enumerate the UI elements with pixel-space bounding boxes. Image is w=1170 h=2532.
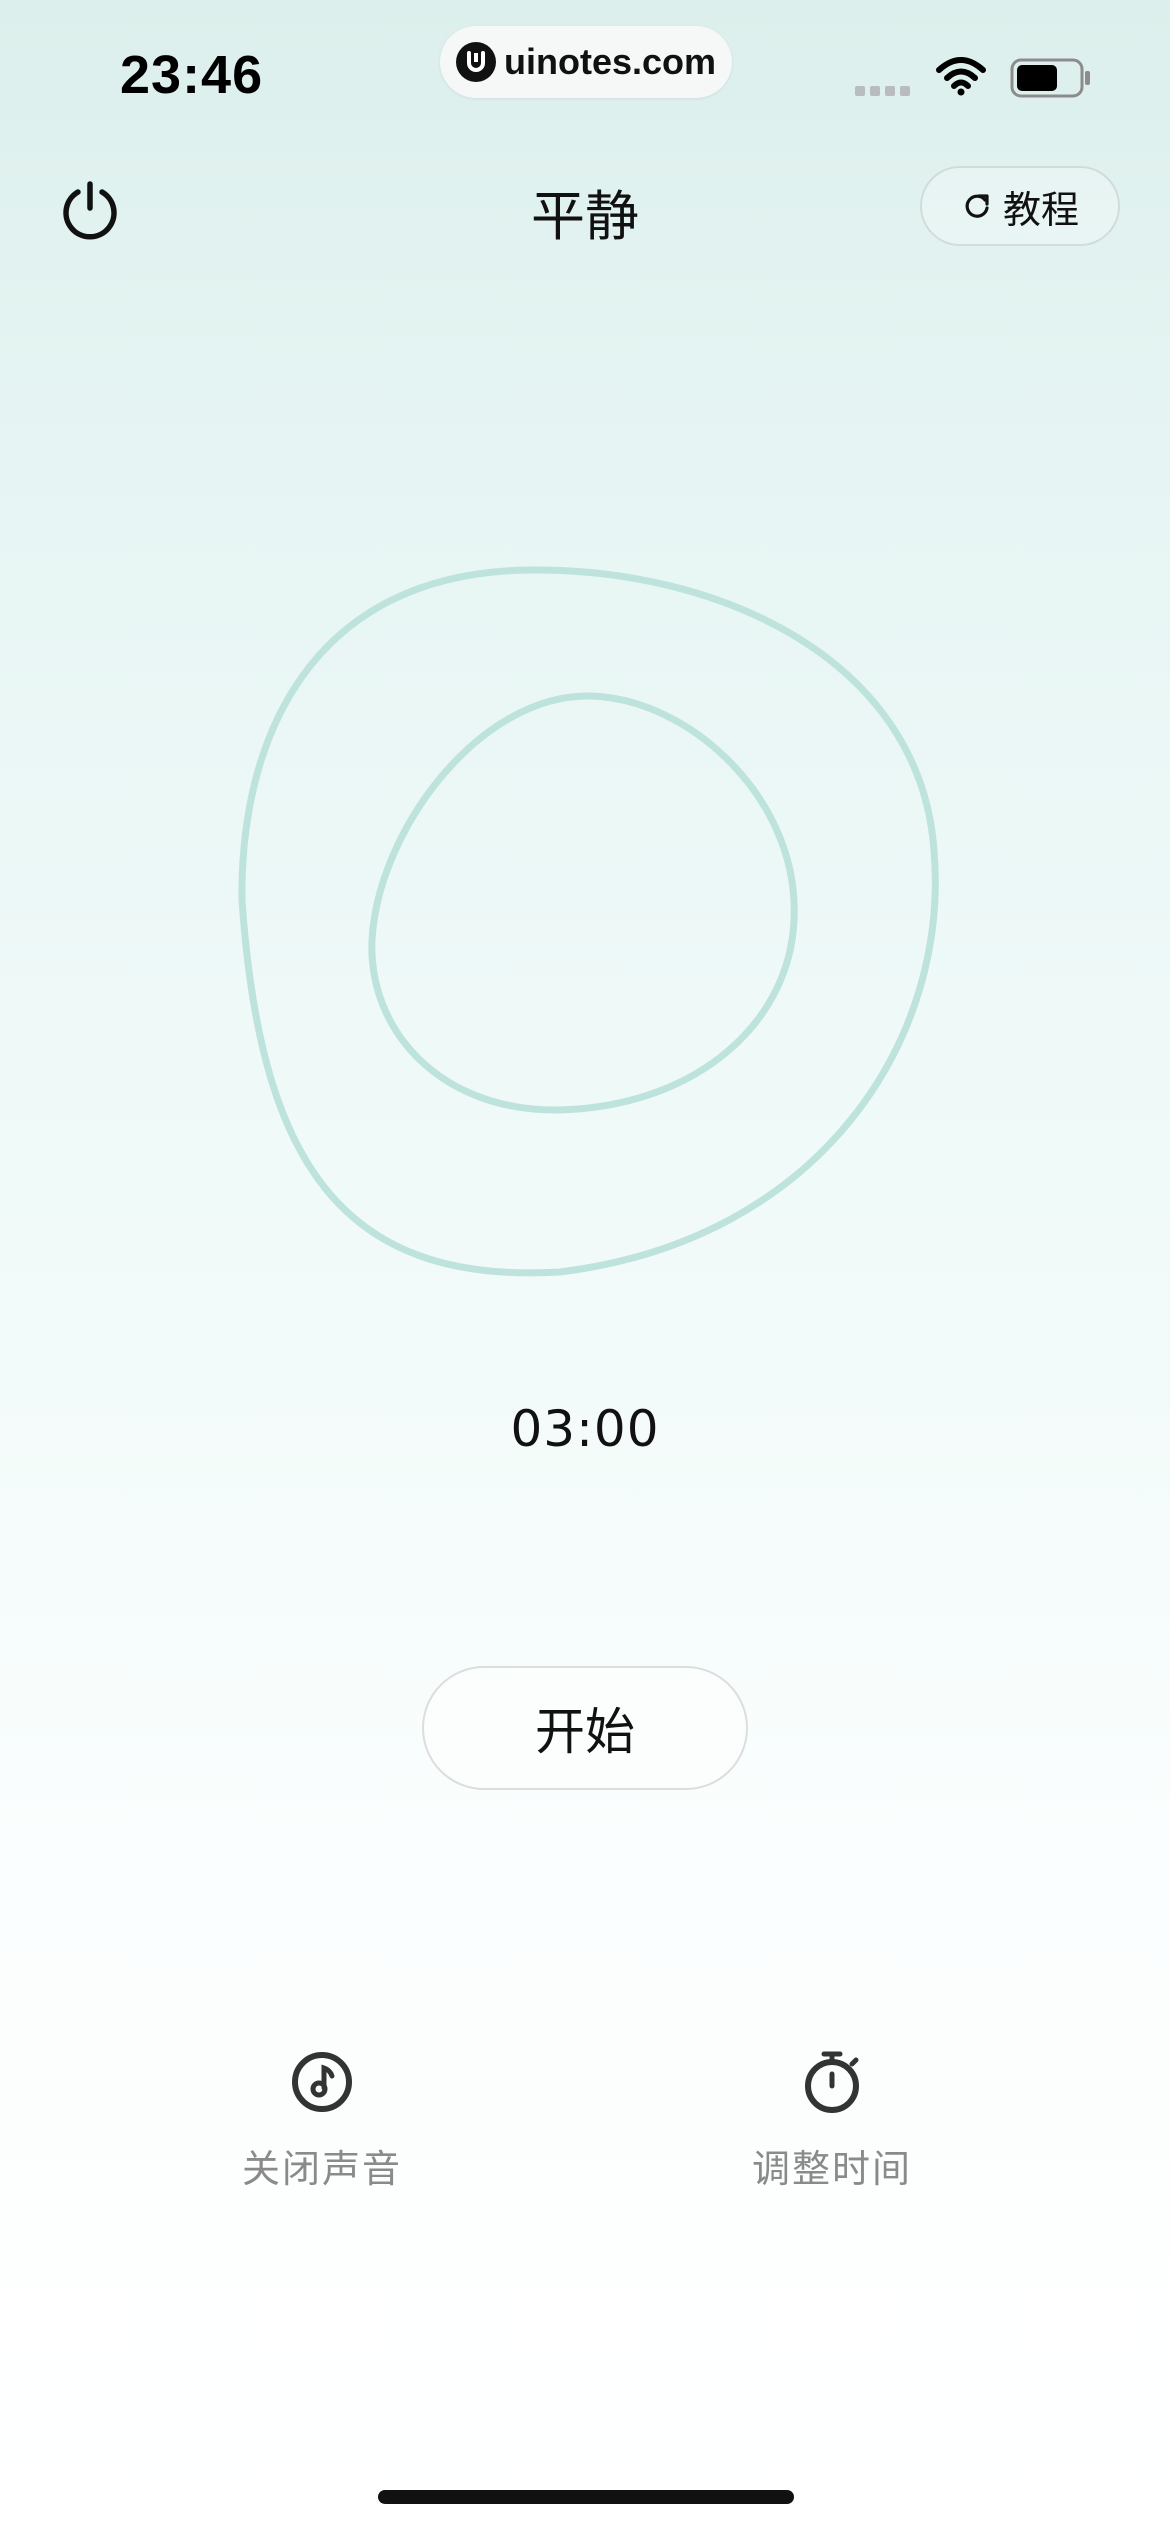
adjust-time-label: 调整时间 — [751, 2147, 912, 2191]
battery-icon — [1010, 58, 1090, 98]
timer-display: 03:00 — [510, 1400, 660, 1458]
wifi-icon — [936, 57, 986, 96]
refresh-icon — [965, 194, 989, 218]
signal-dots-icon — [855, 86, 910, 96]
tutorial-button[interactable]: 教程 — [920, 166, 1120, 246]
uinotes-logo-icon — [455, 42, 496, 82]
inner-ring — [368, 692, 798, 1114]
start-label: 开始 — [535, 1703, 635, 1761]
url-pill[interactable]: uinotes.com — [440, 26, 732, 98]
status-time: 23:46 — [120, 45, 264, 105]
tutorial-label: 教程 — [1002, 187, 1079, 232]
mute-sound-label: 关闭声音 — [241, 2147, 402, 2191]
stopwatch-icon — [805, 2051, 859, 2113]
url-text: uinotes.com — [503, 41, 717, 82]
mute-sound-button[interactable]: 关闭声音 — [192, 2048, 452, 2193]
start-button[interactable]: 开始 — [422, 1666, 748, 1790]
outer-ring — [238, 566, 939, 1277]
breathing-rings — [238, 566, 939, 1277]
adjust-time-button[interactable]: 调整时间 — [702, 2048, 962, 2193]
home-indicator[interactable] — [378, 2490, 794, 2504]
music-note-icon — [292, 2052, 352, 2112]
